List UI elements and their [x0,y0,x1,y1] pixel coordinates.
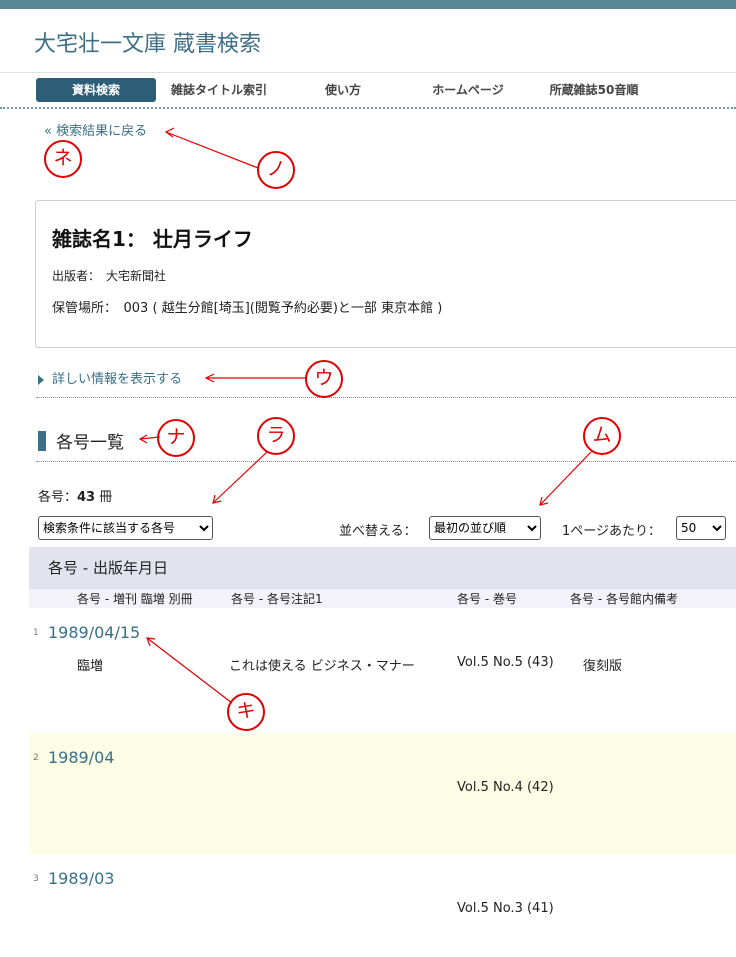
annotation-no: ノ [257,151,295,189]
annotation-ki: キ [227,693,265,731]
arrow-ra [212,451,268,504]
annotation-mu: ム [583,417,621,455]
arrow-ki [146,637,233,704]
arrow-no [165,131,259,169]
annotation-na: ナ [157,419,195,457]
annotation-arrows [138,127,592,704]
arrow-mu [539,451,592,506]
annotation-ne: ネ [44,140,82,178]
annotation-ra: ラ [257,417,295,455]
annotation-u: ウ [305,360,343,398]
arrowhead-no [164,127,175,138]
